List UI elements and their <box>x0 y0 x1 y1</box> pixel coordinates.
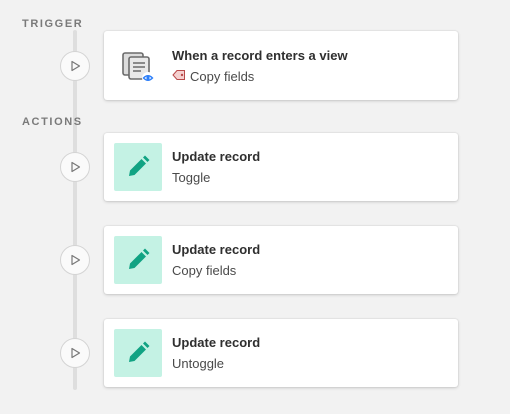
trigger-card[interactable]: When a record enters a view Copy fields <box>104 31 458 100</box>
run-action-1-button[interactable] <box>60 152 90 182</box>
action-1-subtitle: Toggle <box>172 170 211 185</box>
action-card-1[interactable]: Update record Toggle <box>104 133 458 201</box>
action-card-3[interactable]: Update record Untoggle <box>104 319 458 387</box>
play-icon <box>71 60 81 72</box>
trigger-section-label: TRIGGER <box>22 18 84 30</box>
action-card-2[interactable]: Update record Copy fields <box>104 226 458 294</box>
trigger-title: When a record enters a view <box>172 47 348 63</box>
tag-icon <box>172 68 186 85</box>
pencil-icon <box>114 329 162 377</box>
run-action-3-button[interactable] <box>60 338 90 368</box>
record-view-icon <box>114 42 162 90</box>
run-action-2-button[interactable] <box>60 245 90 275</box>
action-2-subtitle: Copy fields <box>172 263 237 278</box>
run-trigger-button[interactable] <box>60 51 90 81</box>
action-1-title: Update record <box>172 149 261 164</box>
pencil-icon <box>114 143 162 191</box>
actions-section-label: ACTIONS <box>22 116 83 128</box>
action-3-title: Update record <box>172 335 261 350</box>
play-icon <box>71 254 81 266</box>
play-icon <box>71 161 81 173</box>
trigger-subtitle: Copy fields <box>190 68 255 84</box>
pencil-icon <box>114 236 162 284</box>
timeline-line <box>73 30 77 390</box>
action-3-subtitle: Untoggle <box>172 356 225 371</box>
action-2-title: Update record <box>172 242 261 257</box>
play-icon <box>71 347 81 359</box>
